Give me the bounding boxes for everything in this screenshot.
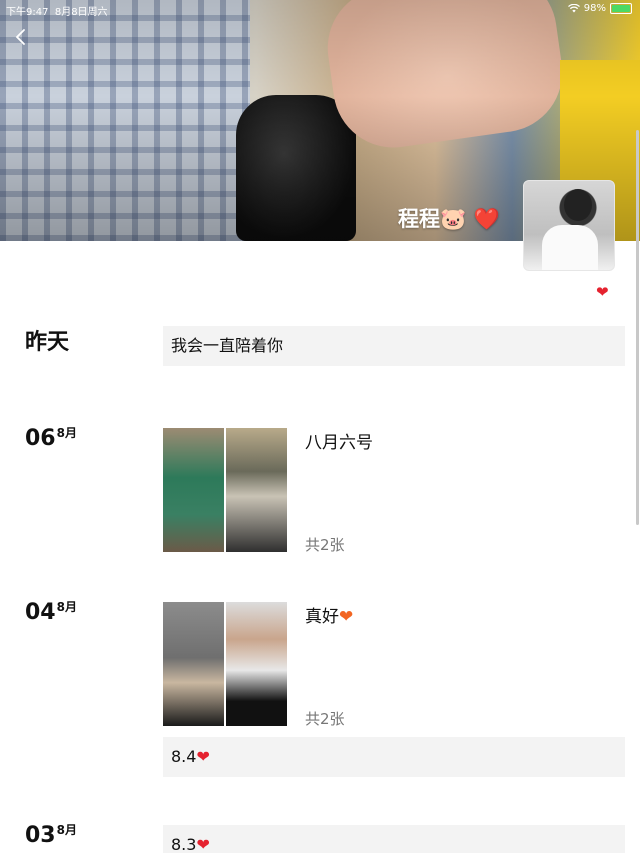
battery-percent: 98% [583, 3, 606, 14]
back-button[interactable] [14, 28, 32, 46]
entry-month: 8月 [56, 600, 77, 614]
heart-icon: ❤ [196, 835, 210, 853]
photo-thumbnail [226, 602, 287, 726]
photo-thumbnail [226, 428, 287, 552]
profile-avatar[interactable] [523, 180, 615, 271]
scrollbar[interactable] [636, 130, 639, 525]
heart-icon: ❤ [339, 607, 354, 627]
photo-count: 共2张 [305, 536, 345, 554]
photo-thumbnail-pair[interactable] [163, 602, 287, 726]
avatar-helmet [564, 189, 592, 221]
photo-caption: 八月六号 [305, 433, 373, 453]
entry-day: 03 [25, 823, 56, 848]
heart-icon: ❤ [196, 747, 210, 766]
status-right: 98% [567, 3, 632, 14]
text-post-content: 8.3 [171, 835, 197, 853]
wifi-icon [567, 4, 580, 13]
photo-thumbnail [163, 602, 224, 726]
back-chevron-icon [15, 29, 25, 45]
entry-date: 068月 [25, 426, 77, 451]
text-post[interactable]: 我会一直陪着你 [163, 326, 625, 366]
photo-caption: 真好❤ [305, 602, 353, 627]
photo-count: 共2张 [305, 710, 345, 728]
entry-month: 8月 [56, 426, 77, 440]
text-post[interactable]: 8.3❤ [163, 825, 625, 853]
status-time-date: 下午9:47 8月8日周六 [6, 3, 108, 18]
heart-icon: ❤ [596, 283, 609, 301]
text-post[interactable]: 8.4❤ [163, 737, 625, 777]
entry-month: 8月 [56, 823, 77, 837]
avatar-body [542, 225, 598, 270]
text-post-content: 我会一直陪着你 [171, 336, 284, 355]
entry-date: 048月 [25, 600, 77, 625]
text-post-content: 8.4 [171, 747, 197, 766]
photo-thumbnail [163, 428, 224, 552]
status-time: 下午9:47 [6, 7, 49, 18]
entry-date: 038月 [25, 823, 77, 848]
battery-icon [610, 3, 632, 14]
entry-day: 04 [25, 600, 56, 625]
entry-day: 06 [25, 426, 56, 451]
photo-caption-text: 真好 [305, 607, 339, 627]
photo-thumbnail-pair[interactable] [163, 428, 287, 552]
profile-name: 程程🐷 ❤️ [398, 207, 500, 231]
status-bar: 下午9:47 8月8日周六 98% [0, 0, 640, 18]
entry-day: 昨天 [25, 330, 70, 355]
status-date: 8月8日周六 [54, 7, 108, 18]
